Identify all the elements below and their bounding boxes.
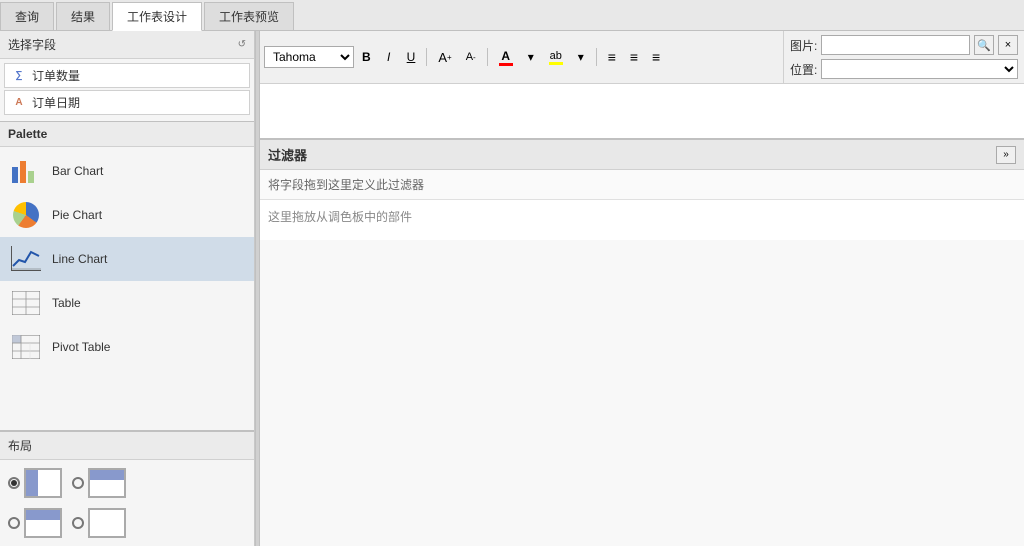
align-right-button[interactable]: ≡ xyxy=(646,46,666,68)
filter-section: 过滤器 » 将字段拖到这里定义此过滤器 这里拖放从调色板中的部件 xyxy=(260,139,1024,240)
field-item-order-date[interactable]: A 订单日期 xyxy=(4,90,250,115)
right-panel: Tahoma B I U A+ A- A xyxy=(260,31,1024,546)
font-color-button[interactable]: A xyxy=(493,46,519,69)
format-toolbar: Tahoma B I U A+ A- A xyxy=(260,31,784,83)
left-panel: 选择字段 ↺ ∑ 订单数量 A 订单日期 Palette xyxy=(0,31,255,546)
filter-hint: 将字段拖到这里定义此过滤器 xyxy=(260,170,1024,200)
tab-worksheet-preview[interactable]: 工作表预览 xyxy=(204,2,294,30)
layout-radio-4[interactable] xyxy=(72,517,84,529)
font-size-increase-button[interactable]: A+ xyxy=(432,47,457,68)
field-label-order-quantity: 订单数量 xyxy=(32,67,80,84)
layout-option-3 xyxy=(8,508,62,538)
pivot-table-icon xyxy=(10,331,42,363)
layout-radio-3[interactable] xyxy=(8,517,20,529)
font-select[interactable]: Tahoma xyxy=(264,46,354,68)
layout-section-header: 布局 xyxy=(0,432,254,460)
table-label: Table xyxy=(52,296,81,310)
palette-list: Bar Chart Pie Chart xyxy=(0,147,254,371)
highlight-dropdown[interactable]: ▾ xyxy=(571,48,591,66)
layout-option-4 xyxy=(72,508,126,538)
filter-collapse-button[interactable]: » xyxy=(996,146,1016,164)
toolbar-sep-1 xyxy=(426,48,427,66)
palette-section-header: Palette xyxy=(0,122,254,147)
bar-chart-label: Bar Chart xyxy=(52,164,103,178)
position-row: 位置: xyxy=(790,59,1018,79)
position-label: 位置: xyxy=(790,61,817,78)
image-search-button[interactable]: 🔍 xyxy=(974,35,994,55)
line-chart-label: Line Chart xyxy=(52,252,107,266)
refresh-icon[interactable]: ↺ xyxy=(238,39,246,50)
layout-option-2 xyxy=(72,468,126,498)
numeric-field-icon: ∑ xyxy=(11,68,27,84)
palette-pivot-table[interactable]: Pivot Table xyxy=(0,325,254,369)
image-position-panel: 图片: 🔍 × 位置: xyxy=(784,31,1024,83)
highlight-button[interactable]: ab xyxy=(543,47,569,68)
layout-thumb-4 xyxy=(88,508,126,538)
image-input[interactable] xyxy=(821,35,970,55)
layout-thumb-3 xyxy=(24,508,62,538)
toolbar-container: Tahoma B I U A+ A- A xyxy=(260,31,1024,84)
image-row: 图片: 🔍 × xyxy=(790,35,1018,55)
align-left-button[interactable]: ≡ xyxy=(602,46,622,68)
toolbar-sep-3 xyxy=(596,48,597,66)
fields-section-label: 选择字段 xyxy=(8,36,56,53)
text-area[interactable] xyxy=(260,84,1024,139)
bold-button[interactable]: B xyxy=(356,47,377,67)
fields-section: 选择字段 ↺ ∑ 订单数量 A 订单日期 xyxy=(0,31,254,122)
field-label-order-date: 订单日期 xyxy=(32,94,80,111)
layout-options-row2 xyxy=(0,506,254,546)
fields-section-header: 选择字段 ↺ xyxy=(0,31,254,59)
image-label: 图片: xyxy=(790,37,817,54)
font-size-decrease-button[interactable]: A- xyxy=(460,48,482,66)
date-field-icon: A xyxy=(11,95,27,111)
line-chart-icon xyxy=(10,243,42,275)
palette-line-chart[interactable]: Line Chart xyxy=(0,237,254,281)
layout-radio-1[interactable] xyxy=(8,477,20,489)
main-layout: 选择字段 ↺ ∑ 订单数量 A 订单日期 Palette xyxy=(0,31,1024,546)
align-center-button[interactable]: ≡ xyxy=(624,46,644,68)
italic-button[interactable]: I xyxy=(379,47,399,67)
tab-query[interactable]: 查询 xyxy=(0,2,54,30)
palette-table[interactable]: Table xyxy=(0,281,254,325)
field-item-order-quantity[interactable]: ∑ 订单数量 xyxy=(4,63,250,88)
filter-title: 过滤器 xyxy=(268,145,307,164)
font-color-dropdown[interactable]: ▾ xyxy=(521,48,541,66)
underline-button[interactable]: U xyxy=(401,47,422,67)
layout-options xyxy=(0,460,254,506)
highlight-label: ab xyxy=(550,50,562,62)
layout-thumb-2 xyxy=(88,468,126,498)
font-color-label: A xyxy=(501,49,510,63)
top-tabs: 查询 结果 工作表设计 工作表预览 xyxy=(0,0,1024,31)
pie-chart-icon xyxy=(10,199,42,231)
pivot-table-label: Pivot Table xyxy=(52,340,110,354)
layout-section: 布局 xyxy=(0,431,254,546)
image-clear-button[interactable]: × xyxy=(998,35,1018,55)
tab-worksheet-design[interactable]: 工作表设计 xyxy=(112,2,202,31)
tab-results[interactable]: 结果 xyxy=(56,2,110,30)
highlight-color-bar xyxy=(549,62,563,65)
fields-list: ∑ 订单数量 A 订单日期 xyxy=(0,59,254,121)
palette-pie-chart[interactable]: Pie Chart xyxy=(0,193,254,237)
toolbar-sep-2 xyxy=(487,48,488,66)
palette-bar-chart[interactable]: Bar Chart xyxy=(0,149,254,193)
position-select[interactable] xyxy=(821,59,1018,79)
filter-header: 过滤器 » xyxy=(260,140,1024,170)
palette-section: Palette Bar Chart xyxy=(0,122,254,431)
layout-label: 布局 xyxy=(8,437,32,454)
layout-radio-2[interactable] xyxy=(72,477,84,489)
layout-option-1 xyxy=(8,468,62,498)
layout-thumb-1 xyxy=(24,468,62,498)
palette-label: Palette xyxy=(8,127,47,141)
table-icon xyxy=(10,287,42,319)
filter-drop-area[interactable]: 这里拖放从调色板中的部件 xyxy=(260,200,1024,240)
pie-chart-label: Pie Chart xyxy=(52,208,102,222)
font-color-bar xyxy=(499,63,513,66)
bar-chart-icon xyxy=(10,155,42,187)
